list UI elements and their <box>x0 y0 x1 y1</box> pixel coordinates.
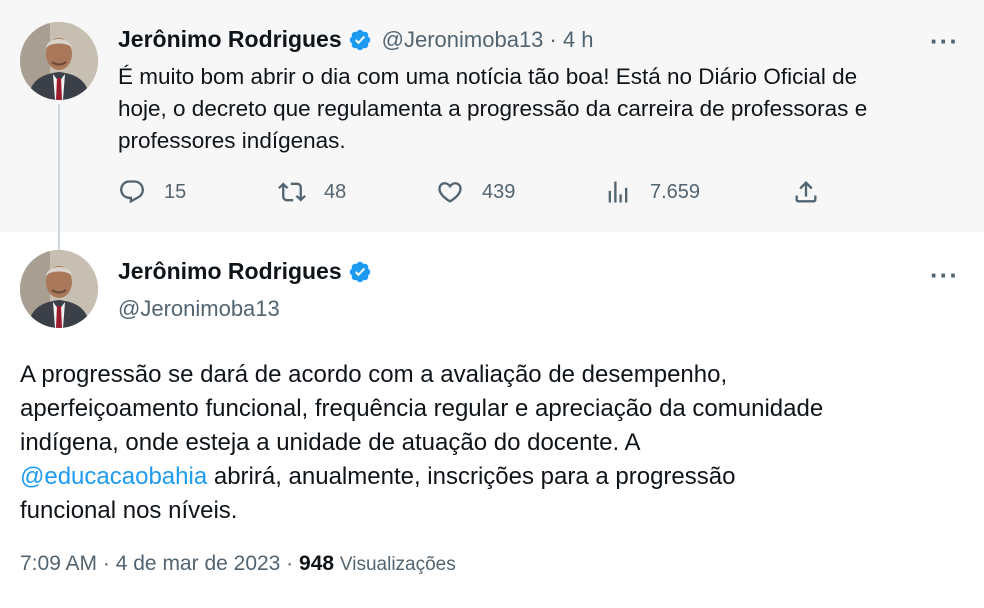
tweet-date[interactable]: · 4 de mar de 2023 · <box>103 552 293 575</box>
reply-icon <box>120 180 144 204</box>
avatar[interactable] <box>20 250 98 328</box>
verified-badge-icon <box>348 28 372 52</box>
tweet-header: Jerônimo Rodrigues @Jeronimoba13 · 4 h <box>118 26 593 53</box>
views-icon <box>608 181 628 203</box>
tweet-text-line: É muito bom abrir o dia com uma notícia … <box>118 64 858 89</box>
views-count: 948 <box>299 552 335 575</box>
tweet-meta: 7:09 AM · 4 de mar de 2023 · 948 Visuali… <box>20 552 456 576</box>
verified-badge-icon <box>348 260 372 284</box>
parent-tweet[interactable]: Jerônimo Rodrigues @Jeronimoba13 · 4 h ·… <box>0 0 984 254</box>
retweet-button[interactable]: 48 <box>278 178 346 206</box>
author-handle[interactable]: @Jeronimoba13 <box>382 27 544 53</box>
tweet-text-line: professores indígenas. <box>118 128 346 153</box>
tweet-text-line: funcional nos níveis. <box>20 497 238 524</box>
share-icon <box>795 181 817 203</box>
tweet-text: A progressão se dará de acordo com a ava… <box>20 358 823 528</box>
views-count: 7.659 <box>650 180 701 203</box>
tweet-text-line: indígena, onde esteja a unidade de atuaç… <box>20 429 641 456</box>
more-icon[interactable]: ··· <box>930 262 959 288</box>
tweet-text: É muito bom abrir o dia com uma notícia … <box>118 61 867 157</box>
author-name[interactable]: Jerônimo Rodrigues <box>118 258 342 285</box>
tweet-header: Jerônimo Rodrigues <box>118 258 372 285</box>
tweet-text-line: @educacaobahia abrirá, anualmente, inscr… <box>20 460 823 494</box>
like-button[interactable]: 439 <box>436 178 515 206</box>
tweet-text-line: hoje, o decreto que regulamenta a progre… <box>118 96 868 121</box>
tweet-timestamp[interactable]: · 4 h <box>549 27 593 53</box>
reply-count: 15 <box>164 180 187 203</box>
avatar[interactable] <box>20 22 98 100</box>
retweet-icon <box>278 182 306 202</box>
tweet-time[interactable]: 7:09 AM <box>20 552 97 575</box>
like-count: 439 <box>482 180 516 203</box>
tweet-text-line: A progressão se dará de acordo com a ava… <box>20 361 728 388</box>
views-button[interactable]: 7.659 <box>604 178 700 206</box>
tweet-text-segment: abrirá, anualmente, inscrições para a pr… <box>207 463 736 490</box>
thread-connector <box>58 104 60 254</box>
mention-link[interactable]: @educacaobahia <box>20 463 207 490</box>
reply-button[interactable]: 15 <box>118 178 186 206</box>
author-name[interactable]: Jerônimo Rodrigues <box>118 26 342 53</box>
author-handle[interactable]: @Jeronimoba13 <box>118 296 280 322</box>
views-label: Visualizações <box>339 554 456 575</box>
tweet-text-line: aperfeiçoamento funcional, frequência re… <box>20 395 824 422</box>
retweet-count: 48 <box>324 180 347 203</box>
share-button[interactable] <box>792 178 820 206</box>
more-icon[interactable]: ··· <box>930 28 959 54</box>
like-icon <box>438 182 462 203</box>
